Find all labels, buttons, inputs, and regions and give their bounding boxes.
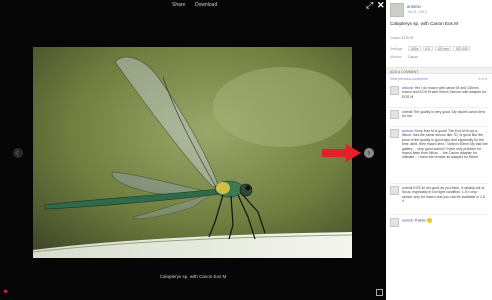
previous-photo-button[interactable] bbox=[13, 148, 23, 158]
photo-viewer: Share Download ⤢ ✕ › Calopteryx sp. with… bbox=[0, 0, 386, 300]
comment-avatar[interactable] bbox=[390, 186, 399, 195]
flag-icon[interactable]: ⚑ bbox=[3, 290, 9, 296]
comments-header: ADD A COMMENT bbox=[386, 67, 492, 74]
settings-row: Settings 1/80s f/11 100 mm ISO 400 bbox=[390, 45, 471, 52]
owner-name[interactable]: antonio bbox=[407, 4, 421, 9]
photo-caption: Calopteryx sp. with Canon Eos M bbox=[159, 274, 227, 279]
comment-text: overall The quality is very good. My fav… bbox=[402, 110, 486, 119]
viewer-toolbar: Share Download ⤢ ✕ bbox=[0, 0, 386, 12]
comment-text: Yes I do macro with canon M and 100mm ma… bbox=[402, 86, 487, 99]
smiley-icon bbox=[426, 218, 432, 223]
comment-avatar[interactable] bbox=[390, 129, 399, 138]
comment-text: Sorry Has M is good! The Eos M is not a … bbox=[402, 129, 488, 160]
comment-divider bbox=[390, 126, 488, 127]
comment-count: 5 of 8 bbox=[478, 77, 487, 81]
share-button[interactable]: Share bbox=[172, 2, 185, 8]
comment-avatar[interactable] bbox=[390, 110, 399, 119]
expand-icon[interactable]: ⤢ bbox=[366, 1, 373, 10]
comment-divider bbox=[390, 214, 488, 215]
albums-row: Albums Canon bbox=[390, 55, 418, 59]
comment-divider bbox=[390, 183, 488, 184]
main-photo bbox=[33, 47, 352, 258]
photo-title: Calopteryx sp. with Canon Eos M bbox=[390, 21, 458, 26]
red-arrow-icon bbox=[322, 144, 361, 162]
owner-block: antonio Jul 21, 2013 bbox=[390, 3, 490, 23]
comment-author[interactable]: antonio bbox=[402, 129, 413, 133]
setting-chip: f/11 bbox=[422, 46, 433, 51]
next-photo-button[interactable]: › bbox=[364, 148, 374, 158]
info-sidebar: antonio Jul 21, 2013 Calopteryx sp. with… bbox=[386, 0, 492, 300]
close-icon[interactable]: ✕ bbox=[377, 1, 385, 10]
view-previous-comments-link[interactable]: View previous comments bbox=[390, 77, 428, 81]
comment-divider bbox=[390, 107, 488, 108]
comment-text: overall EOS-M not good as you think, it … bbox=[402, 186, 485, 204]
comment-avatar[interactable] bbox=[390, 218, 399, 227]
settings-label: Settings bbox=[390, 46, 403, 51]
owner-avatar[interactable] bbox=[390, 3, 404, 17]
setting-chip: ISO 400 bbox=[453, 46, 471, 51]
upload-date: Jul 21, 2013 bbox=[407, 10, 427, 14]
setting-chip: 1/80s bbox=[408, 46, 421, 51]
comment-author[interactable]: antonio bbox=[402, 86, 413, 90]
comment-avatar[interactable] bbox=[390, 86, 399, 95]
download-button[interactable]: Download bbox=[195, 2, 217, 8]
album-link[interactable]: Canon bbox=[408, 55, 418, 59]
albums-label: Albums bbox=[390, 55, 402, 59]
setting-chip: 100 mm bbox=[434, 46, 452, 51]
comment-text: Thanks bbox=[414, 218, 427, 223]
comment-author[interactable]: antonio bbox=[402, 218, 413, 222]
camera-model: Canon EOS M bbox=[390, 36, 414, 40]
fullscreen-icon[interactable] bbox=[376, 289, 383, 296]
add-comment-label[interactable]: ADD A COMMENT bbox=[390, 70, 418, 74]
